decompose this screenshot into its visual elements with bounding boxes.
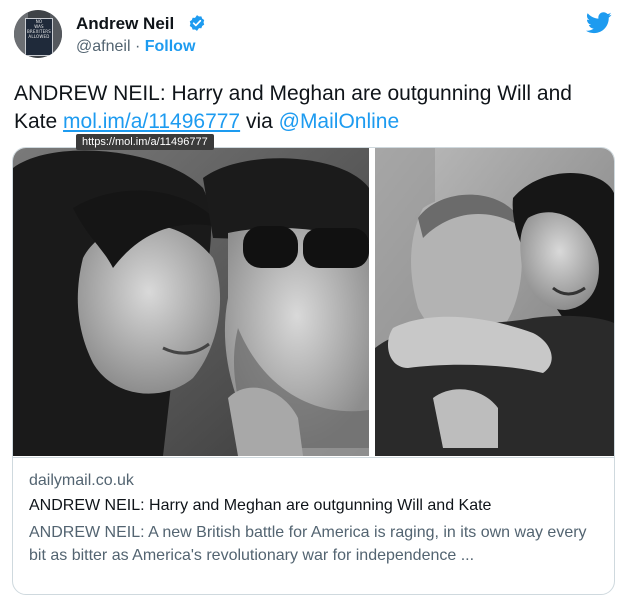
follow-button[interactable]: Follow xyxy=(145,38,196,55)
author-name[interactable]: Andrew Neil xyxy=(76,14,174,34)
avatar-sign: NO WAS BREXITERS ALLOWED xyxy=(25,18,53,56)
card-domain: dailymail.co.uk xyxy=(29,472,134,489)
card-meta: dailymail.co.uk ANDREW NEIL: Harry and M… xyxy=(13,457,614,594)
avatar[interactable]: NO WAS BREXITERS ALLOWED xyxy=(14,10,62,58)
card-image[interactable] xyxy=(13,148,614,456)
avatar-sign-line: ALLOWED xyxy=(28,34,50,39)
tweet-header: NO WAS BREXITERS ALLOWED Andrew Neil @af… xyxy=(14,10,614,60)
card-photo xyxy=(13,148,614,456)
separator: · xyxy=(134,38,141,55)
link-tooltip: https://mol.im/a/11496777 xyxy=(76,134,214,150)
handle-row: @afneil · Follow xyxy=(76,38,195,56)
tweet-text-via: via xyxy=(240,110,279,133)
tweet-link[interactable]: mol.im/a/11496777 xyxy=(63,110,240,133)
card-description: ANDREW NEIL: A new British battle for Am… xyxy=(29,524,587,564)
author-handle[interactable]: @afneil xyxy=(76,38,131,55)
link-card[interactable]: dailymail.co.uk ANDREW NEIL: Harry and M… xyxy=(12,147,615,595)
tweet-text: ANDREW NEIL: Harry and Meghan are outgun… xyxy=(14,80,618,136)
verified-badge-icon xyxy=(189,15,205,31)
twitter-bird-icon[interactable] xyxy=(586,12,612,34)
mention-link[interactable]: @MailOnline xyxy=(279,110,400,133)
card-title[interactable]: ANDREW NEIL: Harry and Meghan are outgun… xyxy=(29,497,491,515)
